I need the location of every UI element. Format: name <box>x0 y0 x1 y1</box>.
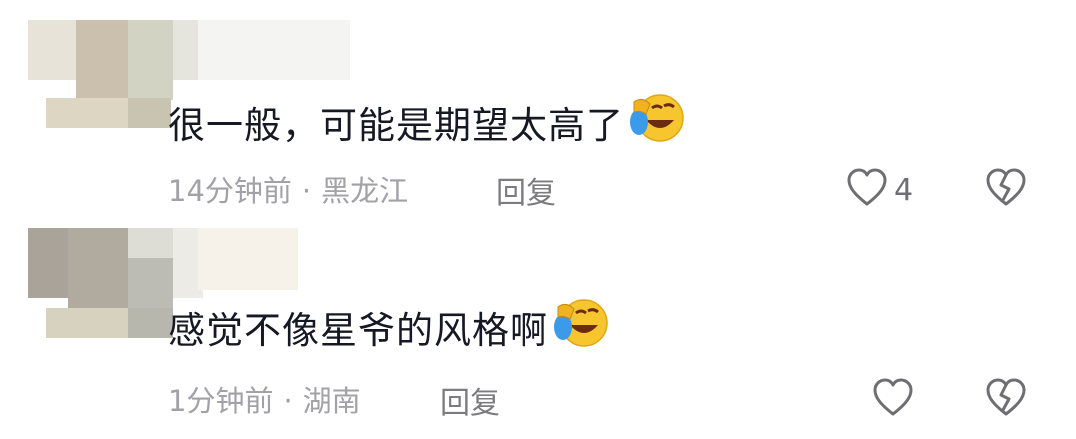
username[interactable] <box>198 228 298 290</box>
comment-item: 感觉不像星爷的风格啊 1分钟前 · 湖南 回复 <box>0 220 1076 439</box>
laughing-crying-emoji-icon <box>552 297 610 358</box>
comment-content: 很一般，可能是期望太高了 <box>168 104 624 147</box>
separator: · <box>283 384 293 418</box>
comment-meta: 14分钟前 · 黑龙江 <box>168 168 408 210</box>
comment-location: 湖南 <box>302 384 361 418</box>
comment-location: 黑龙江 <box>321 174 409 208</box>
comment-item: 很一般，可能是期望太高了 14分钟前 · 黑龙江 回复 4 <box>0 0 1076 220</box>
comment-content: 感觉不像星爷的风格啊 <box>168 309 548 352</box>
username[interactable] <box>198 20 350 80</box>
reply-button[interactable]: 回复 <box>440 378 500 422</box>
like-count: 4 <box>894 172 914 208</box>
heart-icon <box>846 168 888 212</box>
comment-time: 1分钟前 <box>168 384 274 418</box>
comment-meta: 1分钟前 · 湖南 <box>168 378 361 420</box>
like-button[interactable]: 4 <box>846 168 913 212</box>
like-button[interactable] <box>872 378 914 422</box>
heart-icon <box>872 378 914 422</box>
dislike-button[interactable] <box>984 378 1028 422</box>
dislike-button[interactable] <box>984 168 1028 212</box>
laughing-crying-emoji-icon <box>628 92 686 153</box>
broken-heart-icon <box>984 378 1028 422</box>
reply-button[interactable]: 回复 <box>496 168 556 212</box>
comment-text: 感觉不像星爷的风格啊 <box>168 297 610 357</box>
comment-time: 14分钟前 <box>168 174 292 208</box>
broken-heart-icon <box>984 168 1028 212</box>
separator: · <box>301 174 312 208</box>
comment-text: 很一般，可能是期望太高了 <box>168 92 686 152</box>
